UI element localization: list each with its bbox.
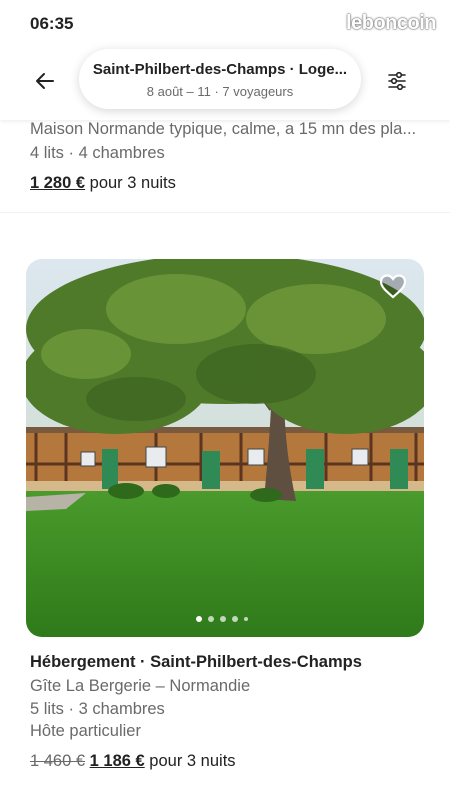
filters-button[interactable]: [380, 64, 414, 98]
search-title: Saint-Philbert-des-Champs · Loge...: [92, 61, 348, 78]
previous-listing-price-suffix: pour 3 nuits: [85, 174, 176, 192]
listing-name: Gîte La Bergerie – Normandie: [30, 677, 251, 695]
previous-listing-price-line: 1 280 € pour 3 nuits: [30, 174, 176, 193]
pagination-dot: [208, 616, 214, 622]
previous-listing-description[interactable]: Maison Normande typique, calme, a 15 mn …: [30, 120, 430, 139]
status-bar: 06:35 leboncoin: [0, 0, 450, 44]
pagination-dot: [232, 616, 238, 622]
favorite-button[interactable]: [377, 270, 409, 302]
search-header: Saint-Philbert-des-Champs · Loge... 8 ao…: [0, 44, 450, 120]
pagination-dot: [196, 616, 202, 622]
pagination-dot: [220, 616, 226, 622]
pagination-dot: [244, 617, 248, 621]
listing-beds: 5 lits · 3 chambres: [30, 700, 165, 718]
listing-old-price: 1 460 €: [30, 752, 86, 770]
listing-price: 1 186 €: [89, 752, 145, 770]
previous-listing-beds: 4 lits · 4 chambres: [30, 144, 165, 162]
listing-price-line: 1 460 € 1 186 € pour 3 nuits: [30, 752, 236, 771]
watermark-logo: leboncoin: [346, 12, 436, 34]
search-summary-pill[interactable]: Saint-Philbert-des-Champs · Loge... 8 ao…: [79, 49, 361, 109]
search-subtitle: 8 août – 11 · 7 voyageurs: [146, 84, 294, 99]
photo-pagination: [196, 616, 248, 622]
listing-title[interactable]: Hébergement · Saint-Philbert-des-Champs: [30, 653, 362, 672]
photo-tree-house-lawn: [26, 259, 424, 637]
previous-listing-price: 1 280 €: [30, 174, 86, 192]
sliders-icon: [388, 71, 406, 91]
divider: [0, 212, 450, 213]
listing-price-suffix: pour 3 nuits: [144, 752, 236, 770]
arrow-left-icon: [36, 73, 54, 89]
heart-outline-icon: [379, 274, 407, 299]
back-button[interactable]: [28, 64, 62, 98]
status-time: 06:35: [30, 14, 74, 33]
listing-host-type: Hôte particulier: [30, 722, 141, 740]
listing-photo[interactable]: [26, 259, 424, 637]
